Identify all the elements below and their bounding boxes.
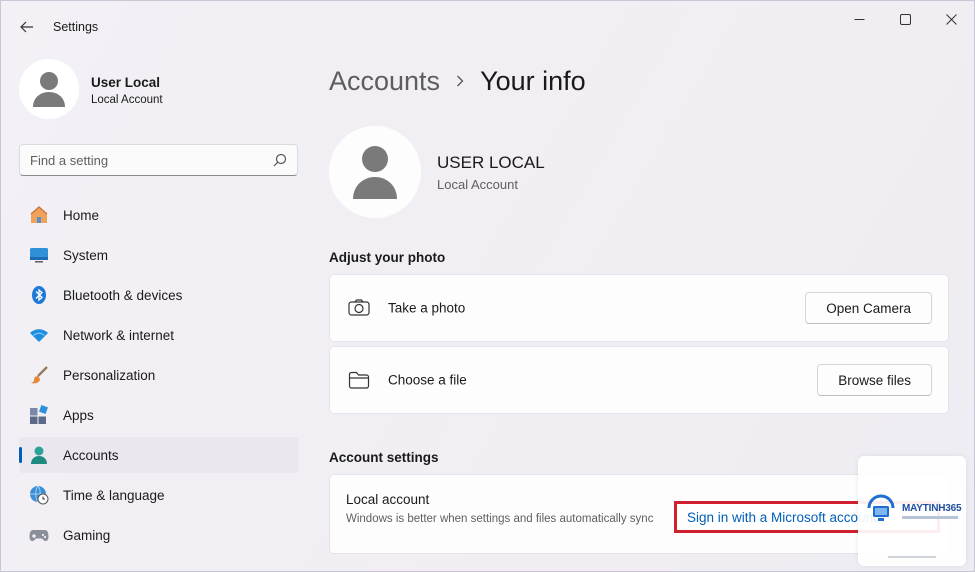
sidebar-item-system[interactable]: System [19, 237, 299, 273]
sidebar-item-label: System [63, 247, 109, 263]
search-box[interactable] [19, 144, 298, 176]
sidebar-item-personalization[interactable]: Personalization [19, 357, 299, 393]
sidebar-item-gaming[interactable]: Gaming [19, 517, 299, 553]
take-photo-label: Take a photo [388, 300, 466, 316]
sidebar-item-label: Apps [63, 407, 94, 423]
camera-icon [348, 297, 370, 319]
brush-icon [29, 365, 49, 385]
person-avatar-icon [33, 72, 65, 107]
watermark-footer-line [888, 556, 936, 558]
sidebar-item-home[interactable]: Home [19, 197, 299, 233]
minimize-button[interactable] [847, 9, 871, 29]
home-icon [29, 205, 49, 225]
sidebar-item-label: Home [63, 207, 100, 223]
breadcrumb-parent-link[interactable]: Accounts [329, 66, 440, 97]
user-name: USER LOCAL [437, 153, 545, 172]
wifi-icon [29, 325, 49, 345]
local-account-card: Local account Windows is better when set… [329, 474, 949, 554]
watermark-tagline [902, 516, 958, 519]
globe-clock-icon [29, 485, 49, 505]
choose-file-label: Choose a file [388, 372, 467, 388]
open-camera-button[interactable]: Open Camera [805, 292, 932, 324]
title-bar: Settings [1, 1, 974, 53]
avatar [19, 59, 79, 119]
user-avatar [329, 126, 421, 218]
section-title-account-settings: Account settings [329, 450, 439, 465]
take-photo-card: Take a photo Open Camera [329, 274, 949, 342]
user-account-type: Local Account [437, 177, 518, 192]
sidebar-item-label: Accounts [63, 447, 119, 463]
sidebar-item-label: Bluetooth & devices [63, 287, 183, 303]
watermark-logo: MAYTINH365 [858, 456, 966, 566]
brand-logo-icon [867, 494, 895, 521]
sidebar-item-network[interactable]: Network & internet [19, 317, 299, 353]
section-title-adjust-photo: Adjust your photo [329, 250, 446, 265]
person-icon [29, 445, 49, 465]
app-title: Settings [53, 20, 99, 34]
browse-files-button[interactable]: Browse files [817, 364, 932, 396]
minimize-icon [854, 18, 864, 20]
close-icon [945, 13, 957, 25]
local-account-title: Local account [346, 492, 430, 507]
back-arrow-icon [20, 21, 33, 33]
sidebar-item-label: Network & internet [63, 327, 175, 343]
close-button[interactable] [939, 9, 963, 29]
maximize-button[interactable] [893, 9, 917, 29]
folder-icon [348, 369, 370, 391]
system-icon [29, 245, 49, 265]
chevron-right-icon [456, 74, 466, 88]
profile-name: User Local [91, 75, 161, 90]
sidebar-item-apps[interactable]: Apps [19, 397, 299, 433]
person-avatar-icon [353, 146, 397, 199]
sidebar-item-label: Time & language [63, 487, 165, 503]
watermark-brand: MAYTINH365 [902, 503, 962, 514]
breadcrumb: Accounts Your info [329, 61, 586, 101]
back-button[interactable] [13, 13, 41, 41]
maximize-icon [899, 13, 911, 25]
settings-window: Settings User Local Local Account Find a… [0, 0, 975, 572]
sidebar-item-label: Gaming [63, 527, 111, 543]
profile-account-type: Local Account [91, 94, 163, 106]
choose-file-card: Choose a file Browse files [329, 346, 949, 414]
page-title: Your info [480, 65, 586, 96]
sidebar-profile[interactable]: User Local Local Account [19, 59, 299, 119]
sidebar-nav: Home System Bluetooth & devices Network … [19, 197, 299, 557]
sidebar-item-time-language[interactable]: Time & language [19, 477, 299, 513]
search-icon [273, 153, 287, 167]
search-input[interactable] [30, 145, 260, 175]
gamepad-icon [29, 525, 49, 545]
sidebar-item-bluetooth[interactable]: Bluetooth & devices [19, 277, 299, 313]
sidebar-item-label: Personalization [63, 367, 156, 383]
bluetooth-icon [29, 285, 49, 305]
local-account-description: Windows is better when settings and file… [346, 513, 654, 525]
sidebar-item-accounts[interactable]: Accounts [19, 437, 299, 473]
apps-icon [29, 405, 49, 425]
